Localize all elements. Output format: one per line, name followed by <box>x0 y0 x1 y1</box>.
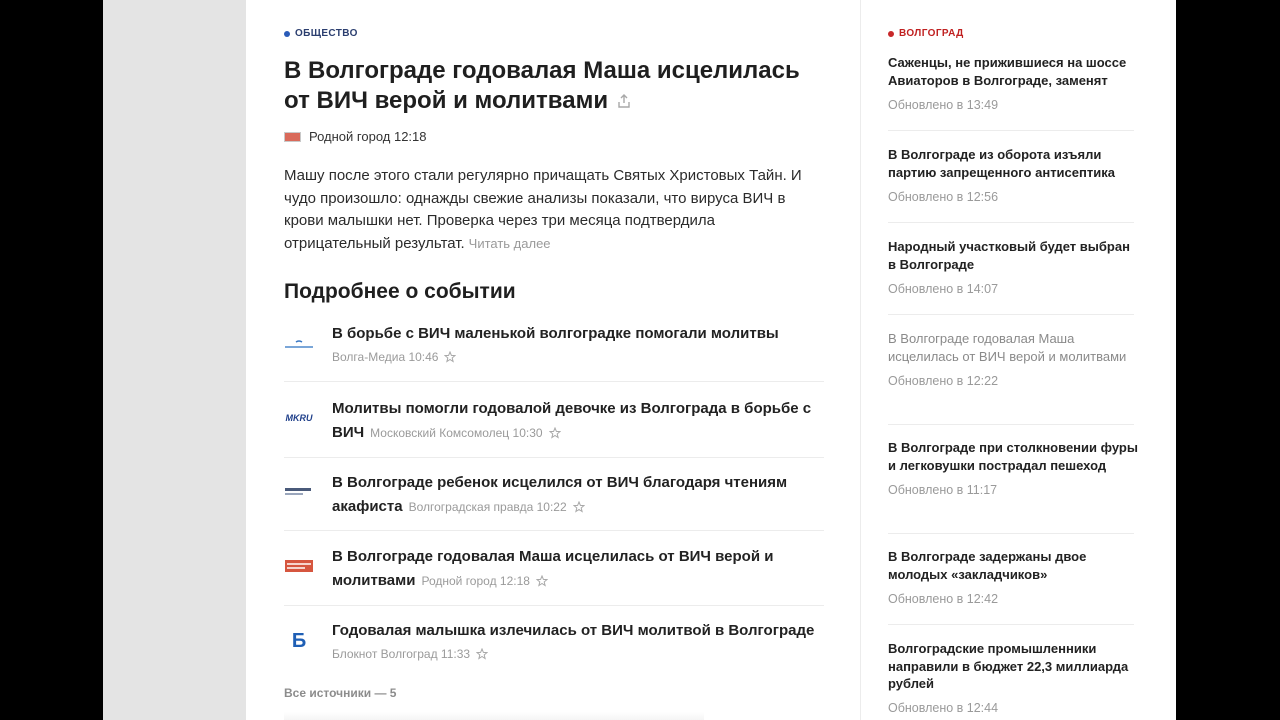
article-lead: Машу после этого стали регулярно причаща… <box>284 165 819 255</box>
sidebar-item-updated-3: Обновлено в 14:07 <box>888 282 999 296</box>
divider <box>888 130 1134 131</box>
sidebar-item-title-5[interactable]: В Волгограде при столкновении фуры и лег… <box>888 439 1138 474</box>
sidebar-item-5[interactable]: В Волгограде при столкновении фуры и лег… <box>888 439 1138 497</box>
bloknot-logo: Б <box>284 629 314 652</box>
related-story-meta-text-2: Московский Комсомолец 10:30 <box>370 426 543 440</box>
star-icon[interactable] <box>535 571 549 595</box>
divider <box>888 624 1134 625</box>
all-sources-link[interactable]: Все источники — 5 <box>284 686 396 700</box>
sidebar-item-title-4[interactable]: В Волгограде годовалая Маша исцелилась о… <box>888 330 1138 365</box>
divider <box>284 530 824 531</box>
divider <box>888 314 1134 315</box>
related-story-meta-text-3: Волгоградская правда 10:22 <box>408 500 567 514</box>
sidebar-item-2[interactable]: В Волгограде из оборота изъяли партию за… <box>888 146 1138 204</box>
related-story-meta-1: Волга-Медиа 10:46 <box>332 346 816 370</box>
rodnoy-gorod-logo <box>284 131 301 142</box>
related-story-meta-3: Волгоградская правда 10:22 <box>409 500 585 514</box>
sidebar-item-updated-5: Обновлено в 11:17 <box>888 483 998 497</box>
column-divider <box>860 0 861 720</box>
sidebar: ВОЛГОГРАД Саженцы, не прижившиеся на шос… <box>888 0 1138 720</box>
related-heading: Подробнее о событии <box>284 280 516 303</box>
related-story-meta-5: Блокнот Волгоград 11:33 <box>332 643 816 667</box>
star-icon[interactable] <box>475 645 489 667</box>
related-story-meta-text-4: Родной город 12:18 <box>421 574 530 588</box>
main-column: ОБЩЕСТВО В Волгограде годовалая Маша исц… <box>284 0 824 720</box>
mk-ru-logo-text: MKRU <box>285 413 313 423</box>
browser-viewport: ОБЩЕСТВО В Волгограде годовалая Маша исц… <box>103 0 1176 720</box>
rodnoy-gorod-logo <box>284 559 314 573</box>
rubric-dot-icon <box>888 30 894 37</box>
article-title: В Волгограде годовалая Маша исцелилась о… <box>284 56 824 117</box>
sidebar-item-updated-1: Обновлено в 13:49 <box>888 98 999 112</box>
divider <box>888 222 1134 223</box>
sidebar-item-updated-4: Обновлено в 12:22 <box>888 374 999 388</box>
divider <box>888 424 1134 425</box>
sidebar-item-7[interactable]: Волгоградские промышленники направили в … <box>888 640 1138 715</box>
divider <box>284 605 824 606</box>
sidebar-item-title-7[interactable]: Волгоградские промышленники направили в … <box>888 640 1138 693</box>
related-story-title-3[interactable]: В Волгограде ребенок исцелился от ВИЧ бл… <box>332 471 816 521</box>
rubric-dot-icon <box>284 30 290 37</box>
related-story-meta-text-1: Волга-Медиа 10:46 <box>332 350 439 364</box>
sidebar-item-title-3[interactable]: Народный участковый будет выбран в Волго… <box>888 238 1138 273</box>
sidebar-item-4-current[interactable]: В Волгограде годовалая Маша исцелилась о… <box>888 330 1138 388</box>
related-story-title-text-1: В борьбе с ВИЧ маленькой волгоградке пом… <box>332 325 779 342</box>
related-story-meta-text-5: Блокнот Волгоград 11:33 <box>332 647 471 661</box>
related-story-title-4[interactable]: В Волгограде годовалая Маша исцелилась о… <box>332 545 816 595</box>
read-more-link[interactable]: Читать далее <box>469 236 551 251</box>
sidebar-item-1[interactable]: Саженцы, не прижившиеся на шоссе Авиатор… <box>888 54 1138 112</box>
sidebar-item-title-2[interactable]: В Волгограде из оборота изъяли партию за… <box>888 146 1138 181</box>
share-icon[interactable] <box>616 87 632 117</box>
sidebar-rubric-label: ВОЛГОГРАД <box>899 28 964 39</box>
related-story-title-5[interactable]: Годовалая малышка излечилась от ВИЧ моли… <box>332 619 816 667</box>
sidebar-item-updated-7: Обновлено в 12:44 <box>888 700 999 715</box>
related-story-title-text-5: Годовалая малышка излечилась от ВИЧ моли… <box>332 622 815 639</box>
cut-off-text-row <box>284 712 704 720</box>
related-story-title-2[interactable]: Молитвы помогли годовалой девочке из Вол… <box>332 397 816 447</box>
article-title-text: В Волгограде годовалая Маша исцелилась о… <box>284 57 800 114</box>
sidebar-item-title-1[interactable]: Саженцы, не прижившиеся на шоссе Авиатор… <box>888 54 1138 89</box>
divider <box>284 457 824 458</box>
rubric-badge[interactable]: ОБЩЕСТВО <box>284 28 358 39</box>
star-icon[interactable] <box>572 497 585 521</box>
related-story-meta-2: Московский Комсомолец 10:30 <box>370 426 561 440</box>
article-source[interactable]: Родной город 12:18 <box>284 129 427 144</box>
star-icon[interactable] <box>548 423 561 447</box>
related-story-title-text-4: В Волгограде годовалая Маша исцелилась о… <box>332 548 774 589</box>
volgogradskaya-pravda-logo <box>284 485 314 499</box>
related-story-title-1[interactable]: В борьбе с ВИЧ маленькой волгоградке пом… <box>332 322 816 370</box>
news-page: ОБЩЕСТВО В Волгограде годовалая Маша исц… <box>246 0 1176 720</box>
sidebar-item-3[interactable]: Народный участковый будет выбран в Волго… <box>888 238 1138 296</box>
divider <box>284 381 824 382</box>
sidebar-item-updated-6: Обновлено в 12:42 <box>888 592 999 606</box>
related-story-meta-4: Родной город 12:18 <box>421 574 549 588</box>
mk-ru-logo: MKRU <box>284 411 314 425</box>
sidebar-item-6[interactable]: В Волгограде задержаны двое молодых «зак… <box>888 548 1138 606</box>
volga-media-logo <box>284 338 314 352</box>
sidebar-item-updated-2: Обновлено в 12:56 <box>888 190 999 204</box>
divider <box>888 533 1134 534</box>
sidebar-item-title-6[interactable]: В Волгограде задержаны двое молодых «зак… <box>888 548 1138 583</box>
bloknot-logo-text: Б <box>291 629 307 652</box>
article-source-text: Родной город 12:18 <box>309 129 427 144</box>
sidebar-rubric[interactable]: ВОЛГОГРАД <box>888 28 964 39</box>
rubric-label: ОБЩЕСТВО <box>295 28 358 39</box>
star-icon[interactable] <box>444 348 457 370</box>
